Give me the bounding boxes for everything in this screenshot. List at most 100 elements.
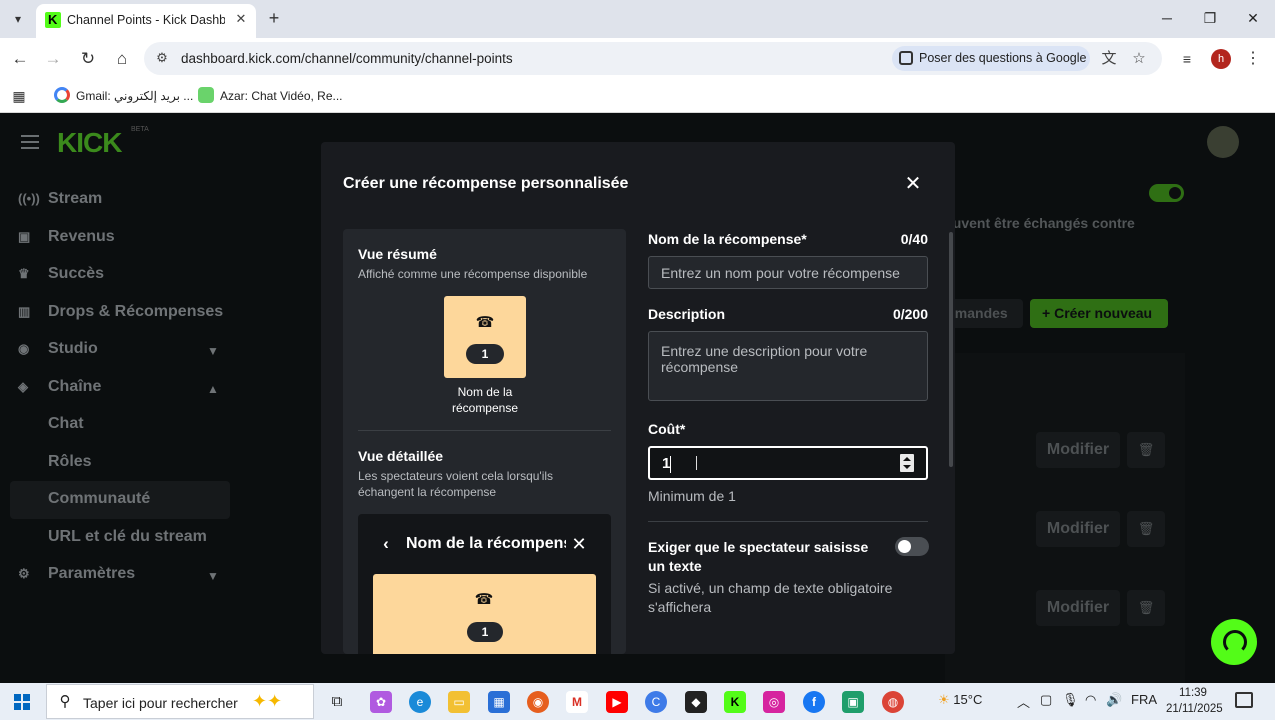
firefox-icon[interactable]: ◉: [527, 691, 549, 713]
modify-button[interactable]: Modifier: [1036, 432, 1120, 468]
reward-card-small: ☎ 1: [444, 296, 526, 378]
new-tab-icon[interactable]: +: [264, 8, 284, 28]
app-icon[interactable]: ◆: [685, 691, 707, 713]
windows-start-icon[interactable]: [14, 694, 30, 710]
kick-logo[interactable]: KICK: [57, 127, 122, 159]
window-close-icon[interactable]: ✕: [1238, 6, 1268, 30]
browser-menu-icon[interactable]: ⋮: [1244, 49, 1262, 69]
sidebar-item-revenus[interactable]: ▣ Revenus: [18, 228, 115, 250]
site-settings-icon[interactable]: ⚙: [153, 49, 171, 67]
sidebar-item-studio[interactable]: ◉ Studio: [18, 340, 98, 362]
restore-icon[interactable]: ❐: [1195, 6, 1225, 30]
modify-button[interactable]: Modifier: [1036, 511, 1120, 547]
tray-chevron-icon[interactable]: ︿: [1017, 692, 1030, 711]
sidebar-item-drops[interactable]: ▥ Drops & Récompenses: [18, 303, 223, 325]
apps-grid-icon[interactable]: ▦: [10, 87, 28, 105]
weather-temp: 15°C: [953, 692, 983, 707]
user-avatar[interactable]: [1207, 126, 1239, 158]
cost-input[interactable]: 1: [648, 446, 928, 480]
detail-view-subtitle: Les spectateurs voient cela lorsqu'ils é…: [358, 469, 554, 499]
edge-icon[interactable]: e: [409, 691, 431, 713]
ask-google-button[interactable]: Poser des questions à Google: [892, 46, 1090, 71]
tab-title: Channel Points - Kick Dashboard: [67, 13, 225, 27]
create-reward-modal: Créer une récompense personnalisée ✕ Vue…: [321, 142, 955, 654]
chevron-up-icon[interactable]: ▲: [205, 381, 221, 397]
trash-icon[interactable]: 🗑: [1127, 432, 1165, 468]
youtube-icon[interactable]: ▶: [606, 691, 628, 713]
modify-button[interactable]: Modifier: [1036, 590, 1120, 626]
browser-tab[interactable]: Channel Points - Kick Dashboard ✕: [36, 4, 256, 38]
channel-points-toggle[interactable]: [1149, 184, 1184, 202]
weather-sun-icon: ☀: [938, 692, 954, 707]
store-icon[interactable]: ▦: [488, 691, 510, 713]
reward-card-large: ☎ 1: [373, 574, 596, 654]
app-icon[interactable]: ▣: [842, 691, 864, 713]
search-icon: ⚲: [59, 693, 71, 710]
chrome-icon[interactable]: ◍: [882, 691, 904, 713]
tray-app-icon[interactable]: ▢: [1040, 692, 1052, 708]
translate-icon[interactable]: 文: [1099, 49, 1119, 69]
close-icon[interactable]: ✕: [902, 173, 924, 195]
require-text-toggle[interactable]: [895, 537, 929, 556]
sidebar-item-stream[interactable]: ((•)) Stream: [18, 190, 102, 212]
windows-taskbar: ⚲ Taper ici pour rechercher ✦✦ ⧉ ✿ e ▭ ▦…: [0, 683, 1275, 720]
description-placeholder: Entrez une description pour votre récomp…: [661, 343, 868, 375]
trash-icon[interactable]: 🗑: [1127, 590, 1165, 626]
bookmark-gmail[interactable]: Gmail: بريد إلكتروني ...: [54, 86, 193, 106]
sidebar-item-succes[interactable]: ♛ Succès: [18, 265, 104, 287]
number-stepper[interactable]: [900, 454, 914, 472]
sidebar-subitem-chat[interactable]: Chat: [48, 415, 84, 437]
taskbar-clock[interactable]: 11:39 21/11/2025: [1166, 685, 1223, 717]
sidebar-subitem-stream-key[interactable]: URL et clé du stream: [48, 528, 207, 550]
file-explorer-icon[interactable]: ▭: [448, 691, 470, 713]
support-chat-button[interactable]: [1211, 619, 1257, 665]
forward-arrow-icon[interactable]: →: [41, 47, 65, 71]
volume-icon[interactable]: 🔊: [1106, 692, 1122, 708]
cost-label: Coût*: [648, 421, 686, 437]
task-view-icon[interactable]: ⧉: [326, 691, 348, 713]
profile-avatar[interactable]: h: [1211, 49, 1231, 69]
address-bar[interactable]: ⚙ dashboard.kick.com/channel/community/c…: [144, 42, 1162, 75]
media-controls-icon[interactable]: ≡: [1175, 47, 1199, 71]
sidebar-item-chaine[interactable]: ◈ Chaîne: [18, 378, 101, 400]
description-textarea[interactable]: Entrez une description pour votre récomp…: [648, 331, 928, 401]
menu-icon[interactable]: [21, 135, 39, 149]
trash-icon[interactable]: 🗑: [1127, 511, 1165, 547]
requests-button[interactable]: emandes: [945, 299, 1023, 328]
bookmark-azar[interactable]: Azar: Chat Vidéo, Re...: [198, 86, 343, 106]
sidebar-item-label: Revenus: [48, 228, 115, 245]
sidebar-subitem-roles[interactable]: Rôles: [48, 453, 92, 475]
home-icon[interactable]: ⌂: [110, 47, 134, 71]
minimize-icon[interactable]: ─: [1152, 6, 1182, 30]
tab-search-menu-icon[interactable]: ▾: [8, 9, 28, 29]
kick-icon[interactable]: K: [724, 691, 746, 713]
sidebar-subitem-communaute[interactable]: Communauté: [48, 490, 150, 512]
app-icon[interactable]: C: [645, 691, 667, 713]
wifi-icon[interactable]: ◠: [1085, 692, 1096, 708]
microphone-icon[interactable]: 🎙: [1062, 692, 1079, 708]
bookmark-gmail-label: Gmail: بريد إلكتروني ...: [76, 89, 194, 103]
chevron-down-icon[interactable]: ▼: [205, 568, 221, 584]
create-new-button[interactable]: + Créer nouveau: [1030, 299, 1168, 328]
taskbar-search-input[interactable]: ⚲ Taper ici pour rechercher ✦✦: [46, 684, 314, 719]
reload-icon[interactable]: ↻: [76, 47, 100, 71]
tab-close-icon[interactable]: ✕: [232, 10, 250, 28]
sidebar-item-parametres[interactable]: ⚙ Paramètres: [18, 565, 135, 587]
chevron-down-icon[interactable]: ▼: [205, 343, 221, 359]
modal-scrollbar[interactable]: [949, 232, 953, 467]
language-indicator[interactable]: FRA: [1131, 692, 1157, 707]
bookmark-azar-label: Azar: Chat Vidéo, Re...: [220, 89, 343, 103]
instagram-icon[interactable]: ◎: [763, 691, 785, 713]
facebook-icon[interactable]: f: [803, 691, 825, 713]
copilot-icon[interactable]: ✿: [370, 691, 392, 713]
reward-name-input[interactable]: Entrez un nom pour votre récompense: [648, 256, 928, 289]
plus-icon: +: [1042, 305, 1055, 321]
notification-icon[interactable]: [1235, 692, 1253, 708]
back-arrow-icon[interactable]: ←: [8, 47, 32, 71]
gmail-icon[interactable]: M: [566, 691, 588, 713]
sidebar-item-label: Paramètres: [48, 565, 136, 582]
bookmark-star-icon[interactable]: ☆: [1129, 49, 1149, 69]
weather-widget[interactable]: ☀ 15°C: [938, 692, 982, 708]
browser-tab-bar: ▾ Channel Points - Kick Dashboard ✕ + ─ …: [0, 0, 1275, 38]
url-text[interactable]: dashboard.kick.com/channel/community/cha…: [181, 51, 513, 66]
